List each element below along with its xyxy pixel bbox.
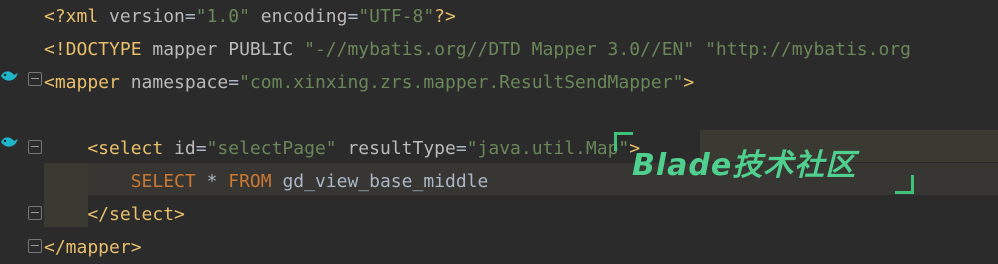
code-token: "UTF-8" bbox=[358, 6, 435, 27]
code-token: = bbox=[184, 6, 196, 27]
code-token: <mapper bbox=[44, 72, 131, 93]
code-line[interactable] bbox=[44, 99, 55, 132]
code-line[interactable]: </mapper> bbox=[44, 231, 142, 264]
code-token: resultType bbox=[347, 138, 456, 159]
code-token: FROM bbox=[228, 171, 283, 192]
code-line[interactable]: <!DOCTYPE mapper PUBLIC "-//mybatis.org/… bbox=[44, 33, 911, 66]
code-token: = bbox=[455, 138, 467, 159]
fold-icon[interactable] bbox=[28, 140, 42, 154]
code-token: <!DOCTYPE bbox=[44, 39, 153, 60]
code-token: gd_view_base_middle bbox=[282, 171, 489, 192]
code-token: "selectPage" bbox=[206, 138, 337, 159]
code-token: "1.0" bbox=[195, 6, 250, 27]
code-line[interactable]: <select id="selectPage" resultType="java… bbox=[44, 132, 640, 165]
code-token: > bbox=[683, 72, 695, 93]
code-token: mapper bbox=[152, 39, 229, 60]
code-token: "com.xinxing.zrs.mapper.ResultSendMapper… bbox=[239, 72, 684, 93]
code-token: encoding bbox=[260, 6, 348, 27]
code-token: </select> bbox=[44, 204, 185, 225]
code-token: = bbox=[347, 6, 359, 27]
code-token: "java.util.Map" bbox=[466, 138, 630, 159]
code-token: * bbox=[206, 171, 229, 192]
fold-icon[interactable] bbox=[28, 206, 42, 220]
code-token: ?> bbox=[434, 6, 456, 27]
code-token: = bbox=[228, 72, 240, 93]
code-token: id bbox=[174, 138, 196, 159]
code-token: namespace bbox=[130, 72, 229, 93]
code-token: SELECT bbox=[44, 171, 207, 192]
watermark-text: Blade技术社区 bbox=[632, 148, 857, 183]
watermark-corner-bottom-right bbox=[895, 175, 914, 194]
code-token: = bbox=[195, 138, 207, 159]
code-token: </mapper> bbox=[44, 237, 142, 258]
code-line[interactable]: </select> bbox=[44, 198, 185, 231]
code-token: version bbox=[109, 6, 185, 27]
code-token: PUBLIC bbox=[228, 39, 305, 60]
code-token: "http://mybatis.org bbox=[705, 39, 911, 60]
code-line[interactable]: SELECT * FROM gd_view_base_middle bbox=[44, 165, 489, 198]
code-line[interactable]: <mapper namespace="com.xinxing.zrs.mappe… bbox=[44, 66, 694, 99]
code-line[interactable]: <?xml version="1.0" encoding="UTF-8"?> bbox=[44, 0, 456, 33]
fold-icon[interactable] bbox=[28, 239, 42, 253]
code-token: <?xml bbox=[44, 6, 110, 27]
watermark-corner-top-left bbox=[614, 132, 633, 151]
mybatis-bird-icon[interactable] bbox=[0, 134, 18, 150]
fold-icon[interactable] bbox=[28, 72, 42, 86]
code-token: "-//mybatis.org//DTD Mapper 3.0//EN" bbox=[304, 39, 695, 60]
mybatis-bird-icon[interactable] bbox=[0, 68, 18, 84]
code-token: <select bbox=[44, 138, 175, 159]
